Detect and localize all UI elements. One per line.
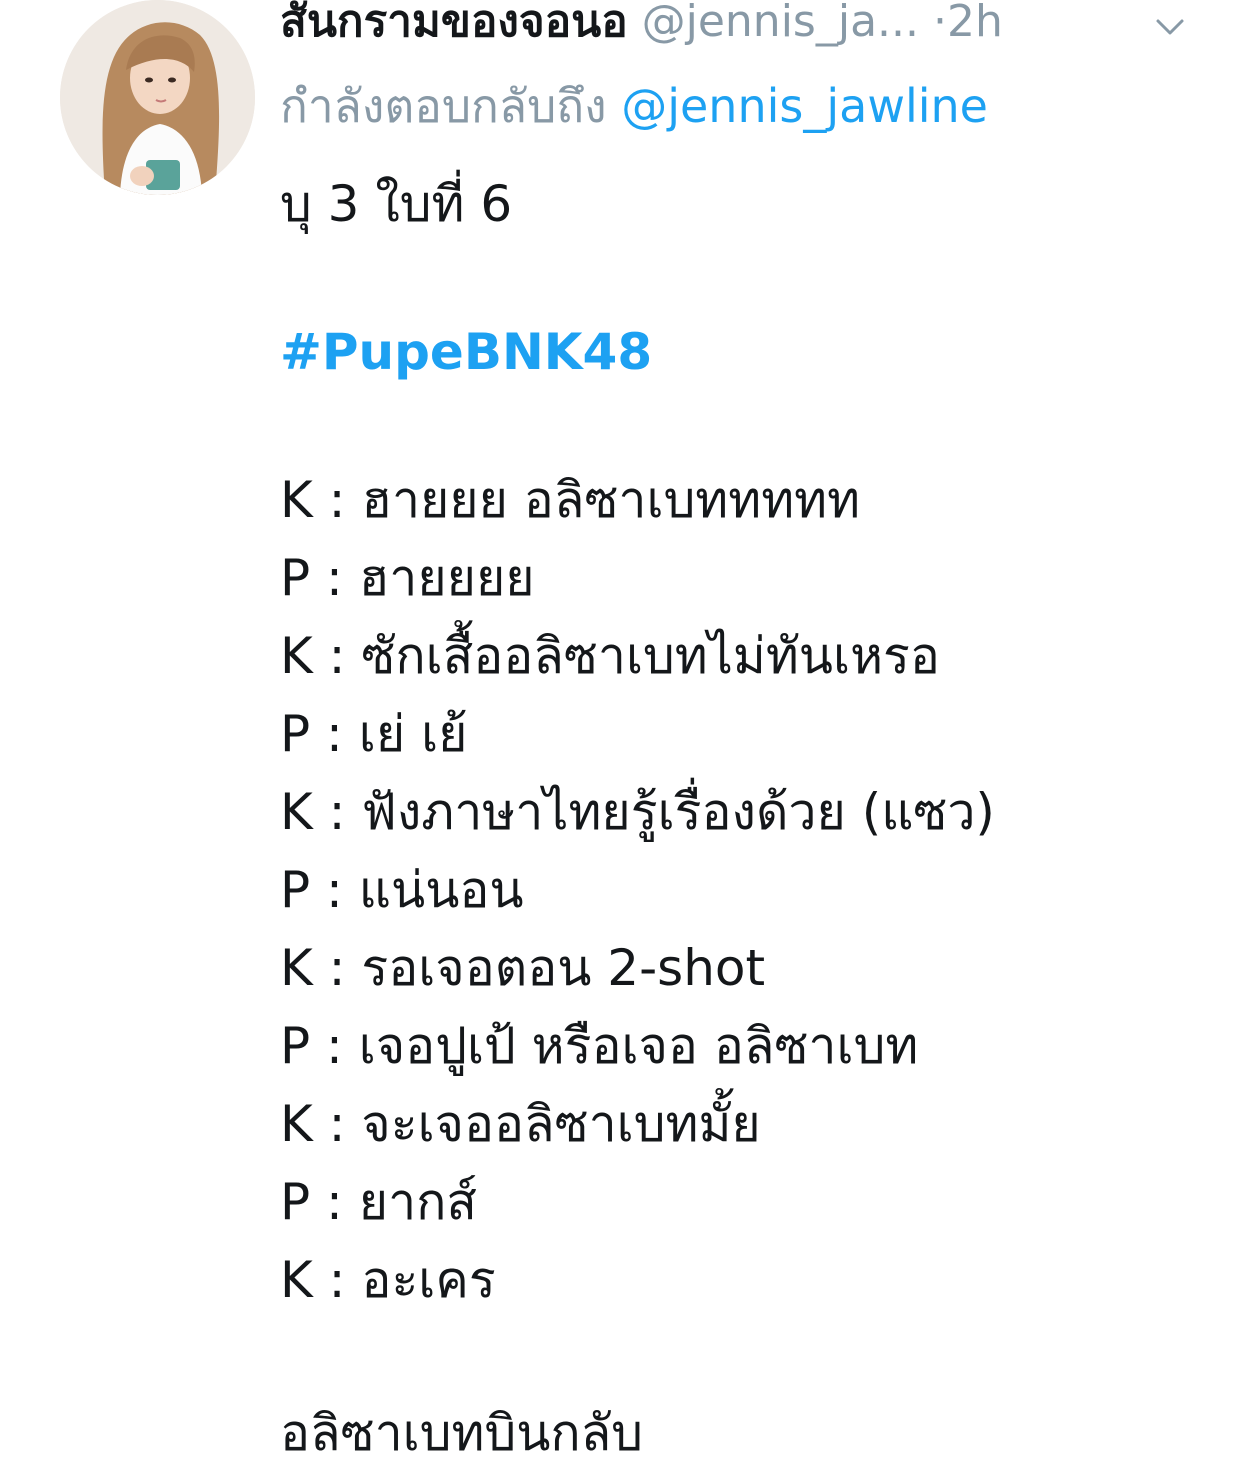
tweet-closing: อลิซาเบทบินกลับ xyxy=(280,1404,644,1462)
tweet-intro: บุ 3 ใบที่ 6 xyxy=(280,175,513,233)
avatar[interactable] xyxy=(60,0,255,195)
separator-dot: · xyxy=(933,0,947,47)
dialogue-line: K : จะเจออลิซาเบทมั้ย xyxy=(280,1095,761,1153)
timestamp[interactable]: 2h xyxy=(947,0,1003,47)
user-handle[interactable]: @jennis_ja... xyxy=(642,0,919,47)
dialogue-line: K : รอเจอตอน 2-shot xyxy=(280,939,766,997)
dialogue-line: K : ฮายยย อลิซาเบททททท xyxy=(280,471,861,529)
dialogue-line: K : อะเคร xyxy=(280,1251,496,1309)
replying-to: กำลังตอบกลับถึง @jennis_jawline xyxy=(280,76,988,136)
display-name[interactable]: สันกรามของจอนอ xyxy=(280,0,628,47)
dialogue-line: P : เย่ เย้ xyxy=(280,705,468,763)
dialogue-line: P : เจอปูเป้ หรือเจอ อลิซาเบท xyxy=(280,1017,919,1075)
tweet-header: สันกรามของจอนอ @jennis_ja... ·2h xyxy=(280,0,1200,52)
dialogue-line: K : ซักเสื้ออลิซาเบทไม่ทันเหรอ xyxy=(280,627,940,685)
hashtag-link[interactable]: #PupeBNK48 xyxy=(280,313,1200,391)
avatar-photo xyxy=(60,0,255,195)
tweet-body: บุ 3 ใบที่ 6 #PupeBNK48 K : ฮายยย อลิซาเ… xyxy=(280,165,1200,1472)
dialogue-line: P : แน่นอน xyxy=(280,861,524,919)
dialogue-line: P : ฮายยยย xyxy=(280,549,535,607)
dialogue-line: K : ฟังภาษาไทยรู้เรื่องด้วย (แซว) xyxy=(280,783,995,841)
tweet[interactable]: สันกรามของจอนอ @jennis_ja... ·2h กำลังตอ… xyxy=(0,0,1237,1470)
chevron-down-icon[interactable] xyxy=(1152,12,1188,42)
replying-prefix: กำลังตอบกลับถึง xyxy=(280,79,607,133)
hashtag[interactable]: #PupeBNK48 xyxy=(280,323,652,381)
dialogue-line: P : ยากส์ xyxy=(280,1173,477,1231)
reply-mention-link[interactable]: @jennis_jawline xyxy=(621,79,988,133)
